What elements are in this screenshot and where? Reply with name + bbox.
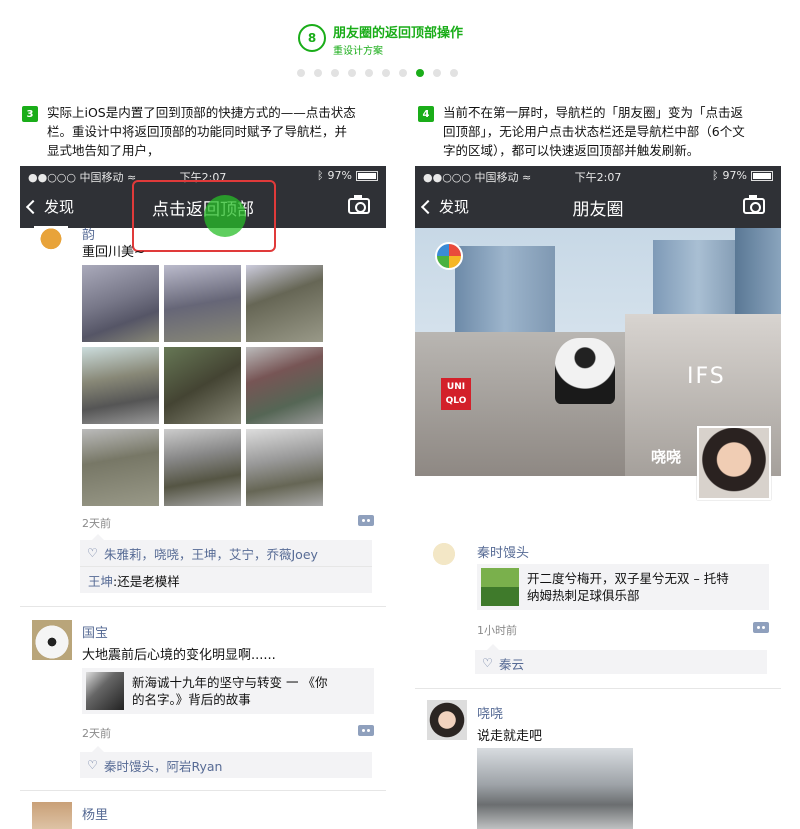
post-author[interactable]: 杨里 — [82, 804, 108, 823]
link-thumbnail — [86, 672, 124, 710]
post-time: 1小时前 — [477, 624, 517, 637]
page-dot[interactable] — [433, 69, 441, 77]
heart-icon — [87, 546, 98, 560]
ifs-sign: IFS — [687, 364, 726, 389]
grid-photo[interactable] — [246, 347, 323, 424]
page-dot[interactable] — [382, 69, 390, 77]
divider — [415, 688, 781, 689]
post-text: 大地震前后心境的变化明显啊...... — [82, 648, 276, 663]
uniqlo-sign: UNI QLO — [441, 378, 471, 410]
status-right: ᛒ 97% — [712, 169, 773, 182]
grid-photo[interactable] — [164, 265, 241, 342]
left-phone: ●●○○○ 中国移动 ≈ 下午2:07 ᛒ 97% 发现 点击返回顶部 韵 重回川… — [20, 166, 386, 829]
left-description: 实际上iOS是内置了回到顶部的快捷方式的——点击状态 栏。重设计中将返回顶部的功… — [47, 105, 356, 158]
page-dot[interactable] — [450, 69, 458, 77]
comment-icon[interactable] — [358, 725, 374, 736]
link-title: 开二度兮梅开，双子星兮无双 – 托特 纳姆热刺足球俱乐部 — [527, 571, 729, 603]
post-author[interactable]: 哓哓 — [477, 703, 503, 722]
photo-grid — [82, 265, 324, 507]
post-author[interactable]: 国宝 — [82, 622, 108, 641]
avatar[interactable] — [32, 802, 72, 829]
comment-icon[interactable] — [753, 622, 769, 633]
status-right: ᛒ 97% — [317, 169, 378, 182]
grid-photo[interactable] — [82, 265, 159, 342]
camera-icon[interactable] — [743, 195, 765, 214]
page-dot[interactable] — [365, 69, 373, 77]
highlight-box — [132, 180, 276, 252]
avatar[interactable] — [34, 226, 68, 258]
page-dot[interactable] — [297, 69, 305, 77]
likes-row[interactable]: 秦时馒头，阿岩Ryan — [80, 752, 372, 778]
grid-photo[interactable] — [164, 429, 241, 506]
status-bar[interactable]: ●●○○○ 中国移动 ≈ 下午2:07 ᛒ 97% — [415, 166, 781, 186]
right-phone: ●●○○○ 中国移动 ≈ 下午2:07 ᛒ 97% 发现 朋友圈 UNI QLO I… — [415, 166, 781, 829]
panda-sculpture — [555, 338, 615, 404]
page-title: 朋友圈的返回顶部操作 — [333, 26, 464, 41]
step-number-4: 4 — [418, 106, 434, 122]
battery-icon — [356, 170, 378, 181]
shared-link[interactable]: 新海诚十九年的坚守与转变 一 《你 的名字。》背后的故事 — [82, 668, 374, 714]
nav-title[interactable]: 朋友圈 — [415, 195, 781, 220]
cover-user-name: 哓哓 — [651, 448, 682, 466]
post-author[interactable]: 秦时馒头 — [477, 542, 529, 561]
likes-row[interactable]: 秦云 — [475, 650, 767, 674]
link-thumbnail — [481, 568, 519, 606]
comment-icon[interactable] — [358, 515, 374, 526]
post-time: 2天前 — [82, 727, 111, 740]
pagination-dots[interactable] — [297, 69, 458, 77]
page-dot[interactable] — [348, 69, 356, 77]
loading-pinwheel-icon — [435, 242, 463, 270]
bluetooth-icon: ᛒ — [711, 169, 719, 182]
post-photo[interactable] — [477, 748, 633, 829]
grid-photo[interactable] — [246, 265, 323, 342]
avatar[interactable] — [427, 700, 467, 740]
grid-photo[interactable] — [82, 347, 159, 424]
grid-photo[interactable] — [164, 347, 241, 424]
post-time: 2天前 — [82, 517, 111, 530]
avatar[interactable] — [427, 540, 461, 580]
post-text: 重回川美~ — [82, 245, 145, 260]
nav-bar[interactable]: 发现 朋友圈 — [415, 186, 781, 228]
avatar[interactable] — [32, 620, 72, 660]
step-number-3: 3 — [22, 106, 38, 122]
page-dot[interactable] — [399, 69, 407, 77]
comment-row[interactable]: 王坤:还是老模样 — [80, 567, 372, 593]
page-dot[interactable] — [331, 69, 339, 77]
bluetooth-icon: ᛒ — [316, 169, 324, 182]
page-dot[interactable] — [416, 69, 424, 77]
divider — [20, 790, 386, 791]
camera-icon[interactable] — [348, 195, 370, 214]
grid-photo[interactable] — [246, 429, 323, 506]
cover-avatar[interactable] — [697, 426, 771, 500]
divider — [20, 606, 386, 607]
shared-link[interactable]: 开二度兮梅开，双子星兮无双 – 托特 纳姆热刺足球俱乐部 — [477, 564, 769, 610]
step-badge: 8 — [298, 24, 326, 52]
page-dot[interactable] — [314, 69, 322, 77]
heart-icon — [87, 758, 98, 772]
post-text: 说走就走吧 — [477, 729, 543, 744]
likes-row[interactable]: 朱雅莉，哓哓，王坤，艾宁，乔薇Joey — [80, 540, 372, 566]
battery-icon — [751, 170, 773, 181]
heart-icon — [482, 656, 493, 670]
grid-photo[interactable] — [82, 429, 159, 506]
page-subtitle: 重设计方案 — [333, 46, 383, 57]
link-title: 新海诚十九年的坚守与转变 一 《你 的名字。》背后的故事 — [132, 675, 328, 707]
right-description: 当前不在第一屏时，导航栏的「朋友圈」变为「点击返 回顶部」，无论用户点击状态栏还… — [443, 105, 745, 158]
